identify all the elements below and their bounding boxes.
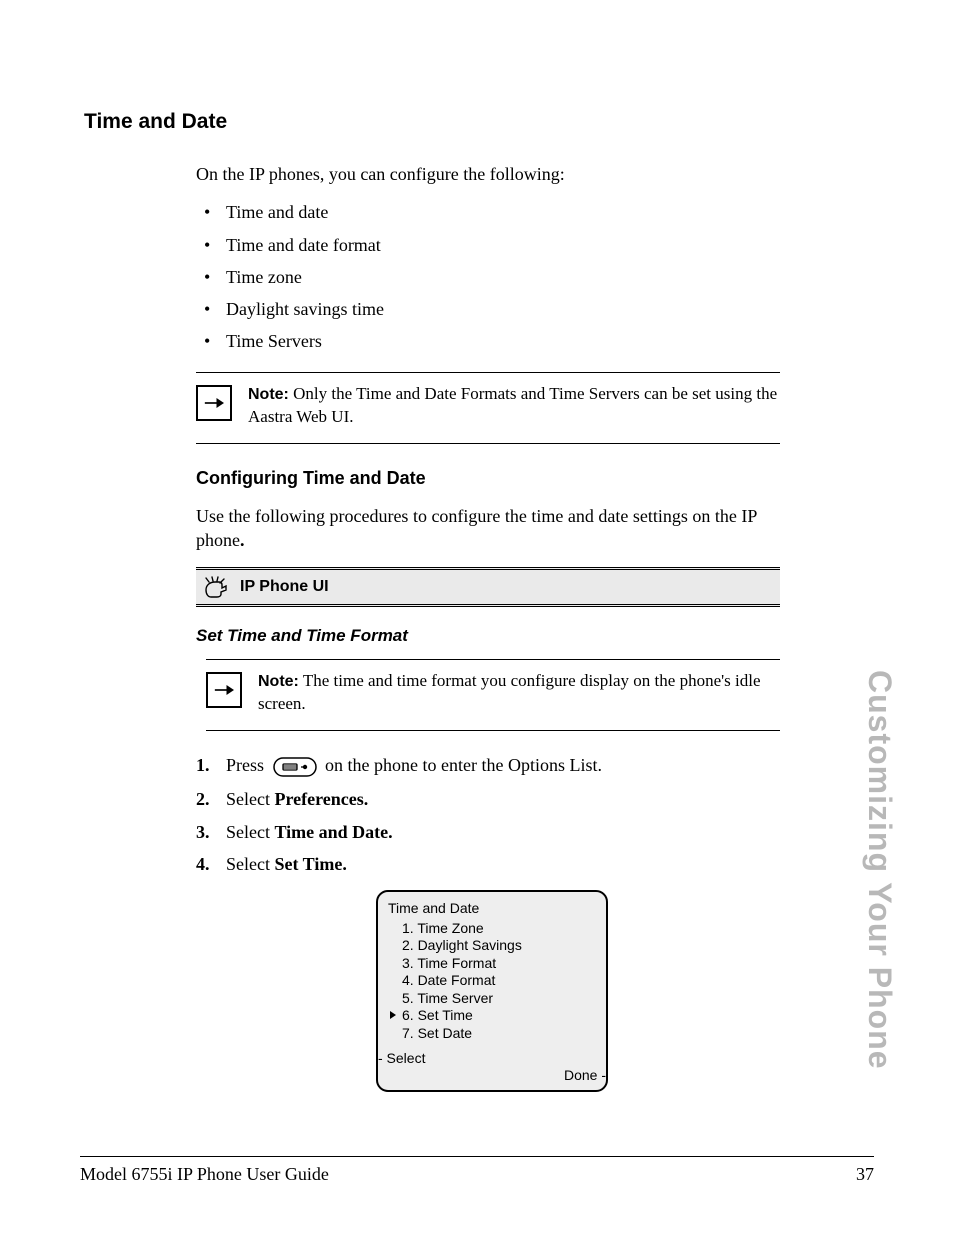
phone-screen-mock: Time and Date 1. Time Zone 2. Daylight S… — [376, 890, 608, 1092]
step-item: Press on the phone to enter the Options … — [196, 753, 780, 779]
screen-menu-item-selected: 6. Set Time — [402, 1007, 598, 1025]
step-item: Select Time and Date. — [196, 820, 780, 844]
ip-phone-ui-bar: IP Phone UI — [196, 567, 780, 607]
list-item: Daylight savings time — [196, 297, 780, 321]
screen-menu-item: 2. Daylight Savings — [402, 937, 598, 955]
note-text: Note: Only the Time and Date Formats and… — [248, 383, 780, 429]
section-heading: Time and Date — [84, 110, 780, 134]
note-arrow-icon — [196, 385, 232, 421]
ip-phone-ui-label: IP Phone UI — [240, 576, 329, 598]
hand-icon — [202, 576, 230, 598]
procedure-steps: Press on the phone to enter the Options … — [196, 753, 780, 876]
screen-menu-item: 7. Set Date — [402, 1025, 598, 1043]
list-item: Time and date format — [196, 233, 780, 257]
note-block: Note: The time and time format you confi… — [206, 659, 780, 731]
subheading-configuring: Configuring Time and Date — [196, 466, 780, 490]
note-label: Note: — [258, 673, 299, 690]
page-number: 37 — [856, 1164, 874, 1185]
subheading-set-time: Set Time and Time Format — [196, 625, 780, 648]
configure-text: Use the following procedures to configur… — [196, 504, 780, 553]
note-label: Note: — [248, 386, 289, 403]
footer-title: Model 6755i IP Phone User Guide — [80, 1164, 329, 1185]
list-item: Time and date — [196, 200, 780, 224]
configure-list: Time and date Time and date format Time … — [196, 200, 780, 353]
softkey-done: Done - — [564, 1067, 606, 1085]
note-text: Note: The time and time format you confi… — [258, 670, 780, 716]
intro-text: On the IP phones, you can configure the … — [196, 162, 780, 186]
options-key-icon — [273, 755, 317, 779]
note-arrow-icon — [206, 672, 242, 708]
side-tab-label: Customizing Your Phone — [861, 670, 898, 1069]
screen-title: Time and Date — [388, 900, 598, 918]
screen-menu: 1. Time Zone 2. Daylight Savings 3. Time… — [402, 920, 598, 1043]
list-item: Time Servers — [196, 329, 780, 353]
list-item: Time zone — [196, 265, 780, 289]
note-block: Note: Only the Time and Date Formats and… — [196, 372, 780, 444]
step-item: Select Set Time. — [196, 852, 780, 876]
screen-menu-item: 1. Time Zone — [402, 920, 598, 938]
screen-menu-item: 5. Time Server — [402, 990, 598, 1008]
note-body: The time and time format you configure d… — [258, 671, 761, 713]
step-item: Select Preferences. — [196, 787, 780, 811]
screen-menu-item: 3. Time Format — [402, 955, 598, 973]
softkey-select: - Select — [378, 1050, 425, 1068]
note-body: Only the Time and Date Formats and Time … — [248, 384, 777, 426]
screen-menu-item: 4. Date Format — [402, 972, 598, 990]
footer-rule — [80, 1156, 874, 1157]
